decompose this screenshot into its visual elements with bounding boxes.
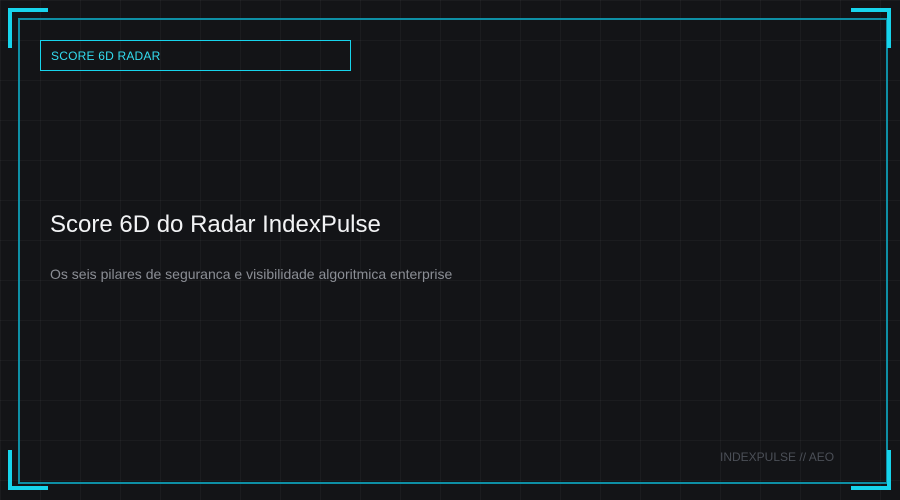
- page-subtitle: Os seis pilares de seguranca e visibilid…: [50, 266, 453, 282]
- brand-footer-mark: INDEXPULSE // AEO: [720, 450, 835, 464]
- section-tag: SCORE 6D RADAR: [40, 40, 351, 71]
- corner-bracket-top-right: [851, 8, 891, 48]
- section-tag-label: SCORE 6D RADAR: [51, 48, 161, 63]
- corner-bracket-bottom-left: [8, 450, 48, 490]
- card-frame: [18, 18, 888, 484]
- corner-bracket-bottom-right: [851, 450, 891, 490]
- page-title: Score 6D do Radar IndexPulse: [50, 211, 381, 238]
